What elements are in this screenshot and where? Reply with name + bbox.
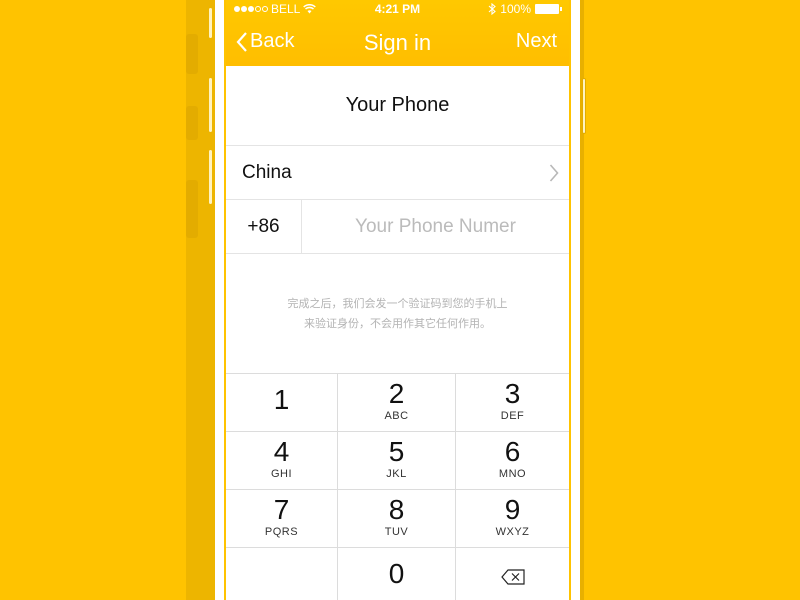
screen-content: BELL 4:21 PM 100% Back Sign in Next Your… bbox=[226, 0, 569, 600]
mute-switch bbox=[209, 8, 212, 38]
note-line-1: 完成之后，我们会发一个验证码到您的手机上 bbox=[287, 296, 508, 310]
note-line-2: 来验证身份，不会用作其它任何作用。 bbox=[304, 316, 491, 330]
key-2[interactable]: 2 ABC bbox=[338, 374, 456, 432]
key-digit: 7 bbox=[273, 494, 290, 525]
key-digit: 3 bbox=[504, 378, 521, 409]
battery-icon bbox=[535, 4, 562, 14]
phone-number-input[interactable] bbox=[302, 200, 569, 253]
key-empty bbox=[226, 548, 338, 600]
volume-up-button bbox=[209, 78, 212, 132]
key-letters: PQRS bbox=[264, 526, 299, 538]
header: BELL 4:21 PM 100% Back Sign in Next bbox=[226, 0, 569, 66]
key-letters: WXYZ bbox=[495, 526, 530, 538]
key-digit: 4 bbox=[273, 436, 290, 467]
key-4[interactable]: 4 GHI bbox=[226, 432, 338, 490]
country-label: China bbox=[242, 161, 292, 183]
key-digit: 1 bbox=[273, 384, 290, 415]
key-3[interactable]: 3 DEF bbox=[456, 374, 569, 432]
key-8[interactable]: 8 TUV bbox=[338, 490, 456, 548]
nav-bar: Back Sign in Next bbox=[226, 18, 569, 66]
key-6[interactable]: 6 MNO bbox=[456, 432, 569, 490]
key-digit: 6 bbox=[504, 436, 521, 467]
country-selector[interactable]: China bbox=[226, 146, 569, 200]
key-letters: MNO bbox=[498, 468, 527, 480]
key-letters: GHI bbox=[270, 468, 293, 480]
key-letters: JKL bbox=[386, 468, 407, 480]
key-7[interactable]: 7 PQRS bbox=[226, 490, 338, 548]
power-button bbox=[582, 78, 586, 134]
key-digit: 2 bbox=[388, 378, 405, 409]
key-digit: 8 bbox=[388, 494, 405, 525]
key-9[interactable]: 9 WXYZ bbox=[456, 490, 569, 548]
key-5[interactable]: 5 JKL bbox=[338, 432, 456, 490]
chevron-right-icon bbox=[549, 164, 559, 182]
key-digit: 9 bbox=[504, 494, 521, 525]
country-code[interactable]: +86 bbox=[226, 200, 302, 253]
key-letters: ABC bbox=[384, 410, 409, 422]
status-bar: BELL 4:21 PM 100% bbox=[226, 0, 569, 18]
battery-percent: 100% bbox=[500, 2, 531, 16]
phone-side-bulge bbox=[186, 34, 198, 74]
verification-note: 完成之后，我们会发一个验证码到您的手机上 来验证身份，不会用作其它任何作用。 bbox=[226, 254, 569, 373]
key-digit: 0 bbox=[388, 558, 405, 589]
next-button[interactable]: Next bbox=[516, 30, 557, 53]
phone-row: +86 bbox=[226, 200, 569, 254]
key-1[interactable]: 1 bbox=[226, 374, 338, 432]
bluetooth-icon bbox=[488, 3, 497, 15]
key-0[interactable]: 0 bbox=[338, 548, 456, 600]
volume-down-button bbox=[209, 150, 212, 204]
key-letters: DEF bbox=[500, 410, 525, 422]
keypad: 1 2 ABC 3 DEF 4 GHI 5 JKL 6 MNO 7 PQRS 8 TUV 9W… bbox=[226, 373, 569, 600]
key-backspace[interactable] bbox=[456, 548, 569, 600]
key-digit: 5 bbox=[388, 436, 405, 467]
phone-screen: BELL 4:21 PM 100% Back Sign in Next Your… bbox=[224, 0, 571, 600]
phone-side-bulge bbox=[186, 180, 198, 238]
status-right: 100% bbox=[488, 2, 562, 16]
phone-side-bulge bbox=[186, 106, 198, 140]
key-letters: TUV bbox=[384, 526, 409, 538]
section-heading: Your Phone bbox=[226, 66, 569, 146]
backspace-icon bbox=[500, 568, 525, 585]
